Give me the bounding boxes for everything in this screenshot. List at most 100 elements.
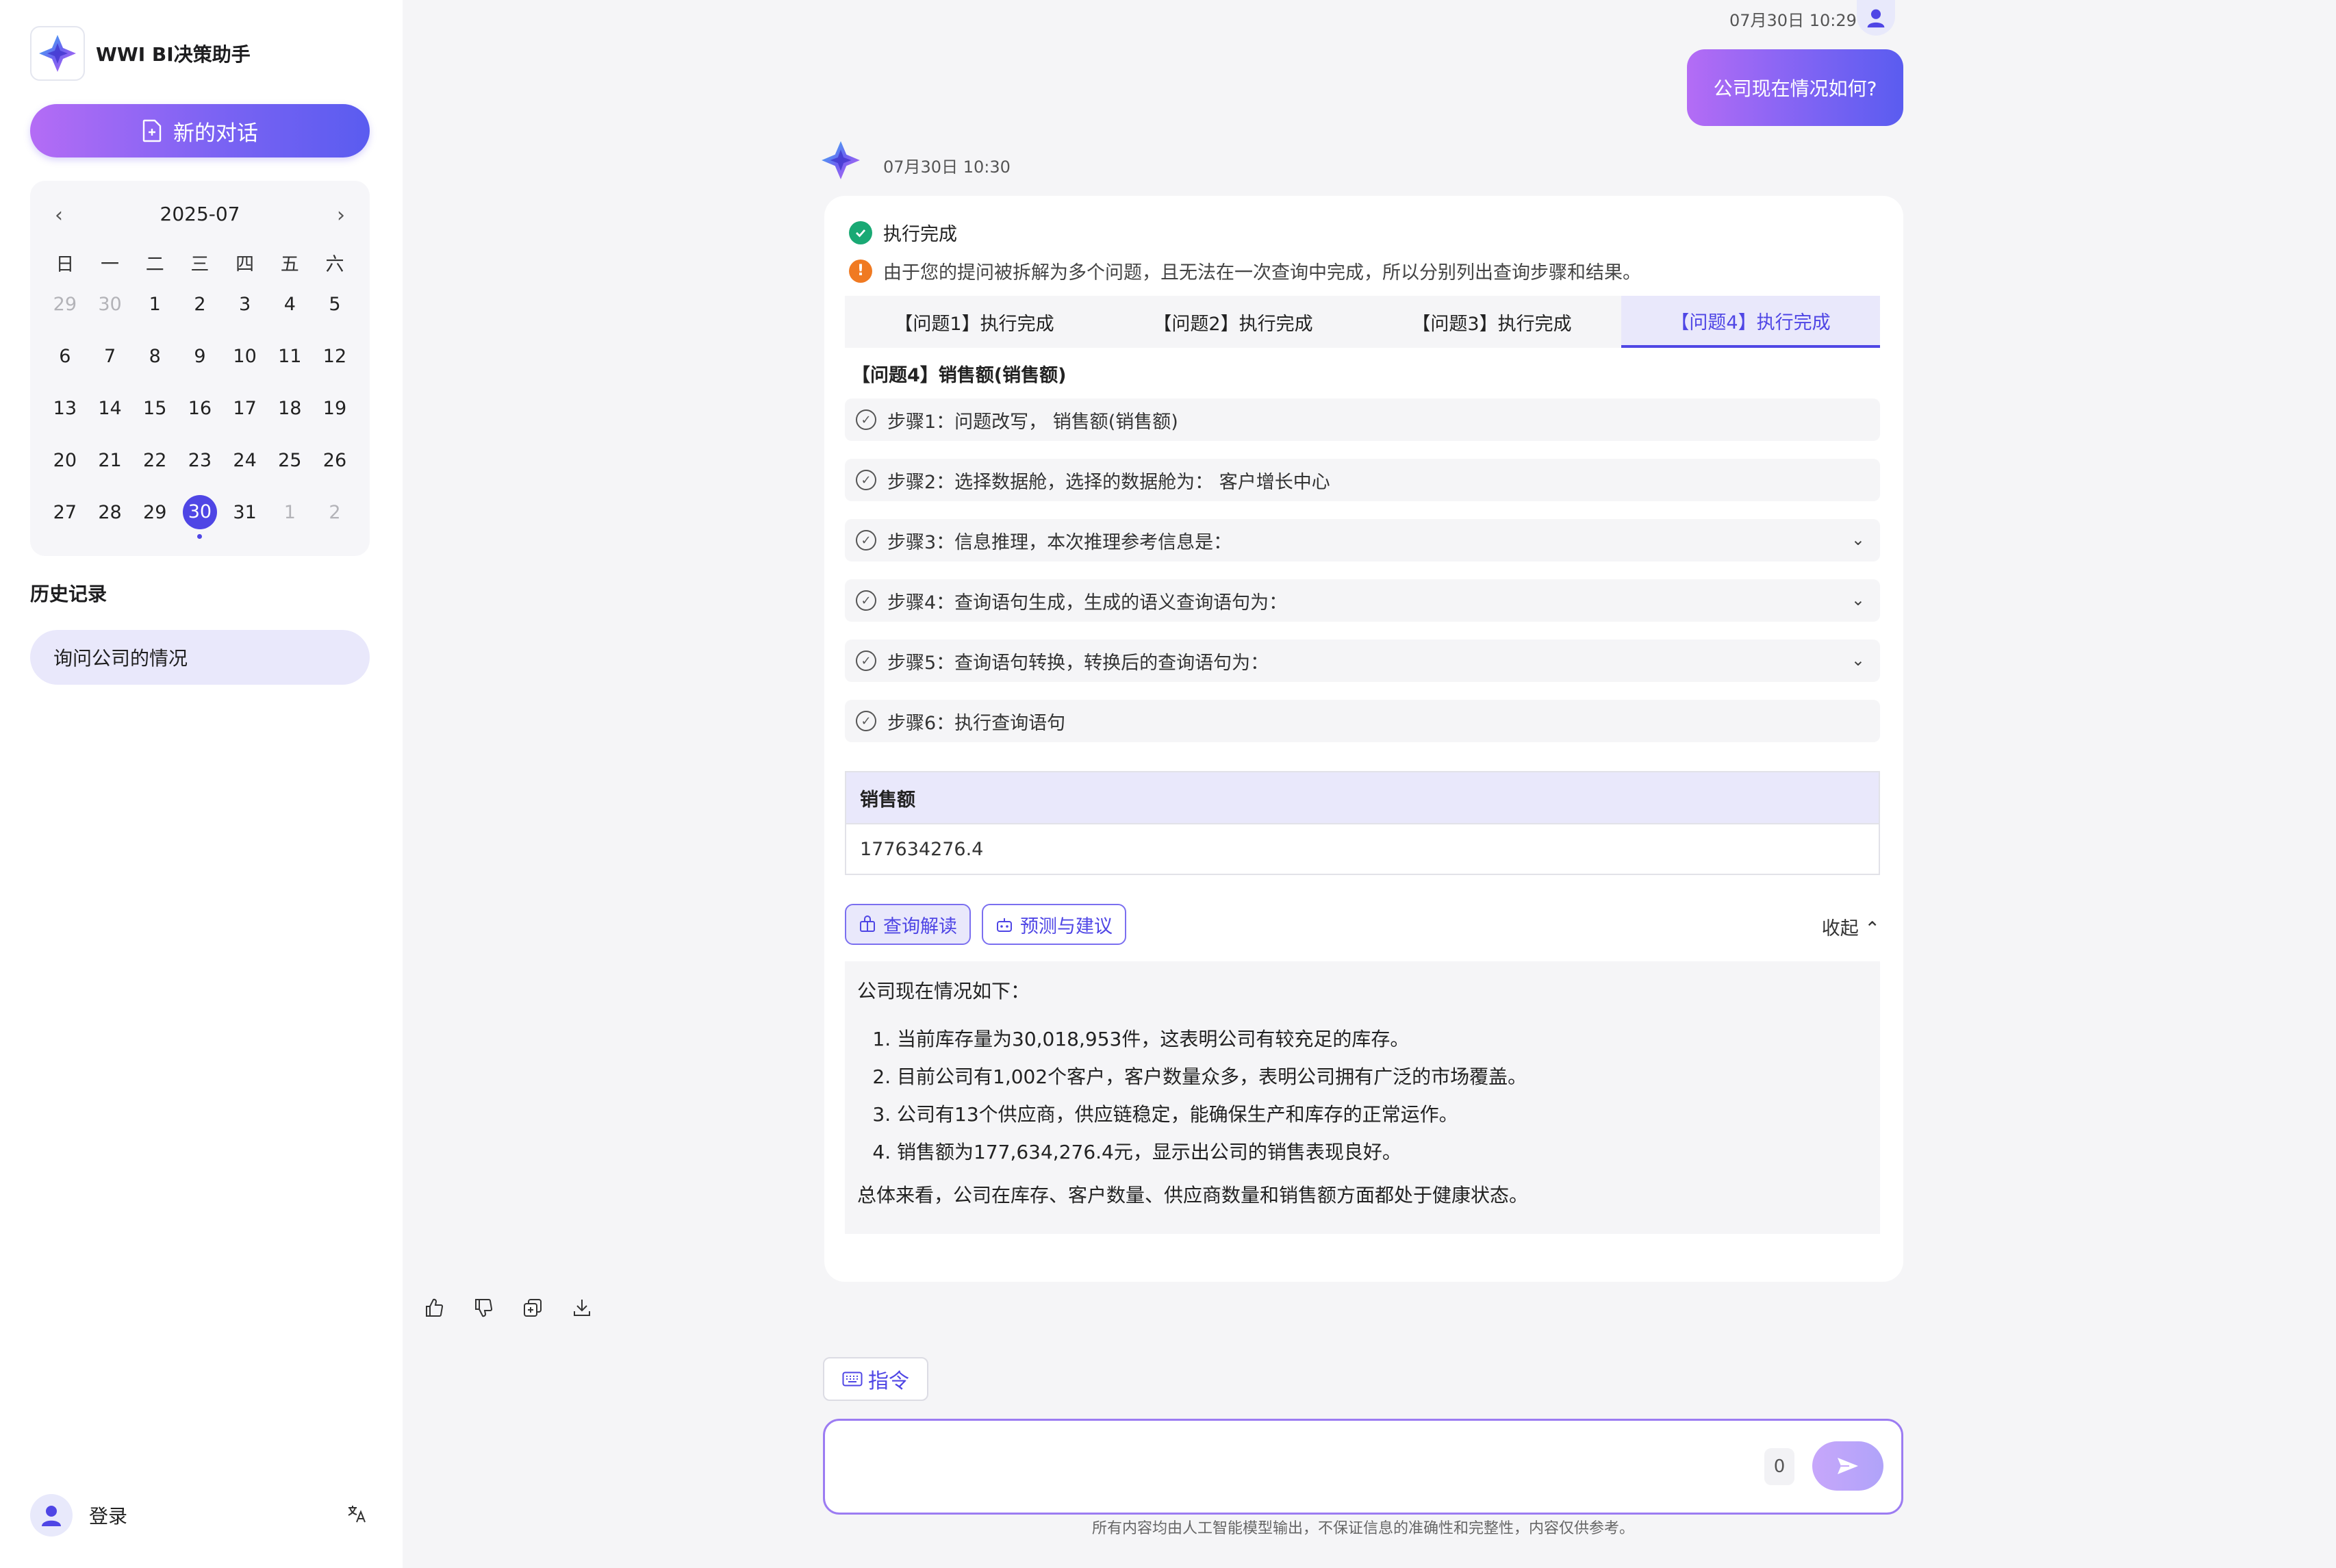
collapse-button[interactable]: 收起 ⌃ xyxy=(1822,913,1880,940)
calendar-day[interactable]: 1 xyxy=(132,294,177,315)
analysis-intro: 公司现在情况如下： xyxy=(857,980,1030,1002)
calendar-day-selected[interactable]: 30 xyxy=(177,495,223,539)
chevron-down-icon[interactable]: ⌄ xyxy=(1851,650,1865,670)
question-title: 【问题4】销售额(销售额) xyxy=(852,365,1067,386)
step-text: 步骤2：选择数据舱，选择的数据舱为： 客户增长中心 xyxy=(887,471,1330,493)
translate-icon[interactable] xyxy=(346,1504,367,1529)
command-label: 指令 xyxy=(868,1369,909,1393)
chat-area: 07月30日 10:29 公司现在情况如何? 07月30日 10:30 执行完成 xyxy=(403,0,2336,1568)
history-item[interactable]: 询问公司的情况 xyxy=(30,630,370,685)
calendar-week: 20 21 22 23 24 25 26 xyxy=(42,434,357,486)
message-input[interactable]: 0 xyxy=(823,1419,1903,1515)
command-button[interactable]: 指令 xyxy=(823,1357,928,1401)
check-circle-outline-icon: ✓ xyxy=(856,409,876,430)
download-icon[interactable] xyxy=(570,1295,594,1320)
step-item: ✓ 步骤2：选择数据舱，选择的数据舱为： 客户增长中心 xyxy=(845,459,1880,501)
selected-day-label: 30 xyxy=(182,495,217,529)
check-circle-outline-icon: ✓ xyxy=(856,530,876,551)
step-text: 步骤5：查询语句转换，转换后的查询语句为： xyxy=(887,652,1269,674)
chevron-down-icon[interactable]: ⌄ xyxy=(1851,590,1865,609)
calendar-day[interactable]: 23 xyxy=(177,450,223,471)
calendar-day[interactable]: 2 xyxy=(177,294,223,315)
check-circle-outline-icon: ✓ xyxy=(856,711,876,731)
thumbs-down-icon[interactable] xyxy=(471,1295,496,1320)
weekday: 三 xyxy=(190,253,210,275)
interpret-button[interactable]: 查询解读 xyxy=(845,904,971,945)
copy-icon[interactable] xyxy=(520,1295,545,1320)
analysis-item: 公司有13个供应商，供应链稳定，能确保生产和库存的正常运作。 xyxy=(897,1096,1868,1133)
calendar-day[interactable]: 29 xyxy=(132,502,177,523)
calendar-day[interactable]: 21 xyxy=(88,450,133,471)
tab-question-2[interactable]: 【问题2】执行完成 xyxy=(1104,296,1362,348)
calendar-day[interactable]: 7 xyxy=(88,346,133,367)
sidebar: WWI BI决策助手 新的对话 ‹ 2025-07 › 日 一 二 三 四 五 … xyxy=(0,0,403,1568)
table-cell: 177634276.4 xyxy=(846,824,1879,874)
chevron-up-icon: ⌃ xyxy=(1864,918,1880,939)
login-label: 登录 xyxy=(89,1505,128,1528)
send-button[interactable] xyxy=(1812,1441,1883,1491)
calendar-day[interactable]: 27 xyxy=(42,502,88,523)
calendar-day[interactable]: 17 xyxy=(223,398,268,419)
new-chat-button[interactable]: 新的对话 xyxy=(30,104,370,157)
calendar-day[interactable]: 16 xyxy=(177,398,223,419)
send-icon xyxy=(1838,1458,1858,1474)
step-item-expandable[interactable]: ✓ 步骤4：查询语句生成，生成的语义查询语句为： ⌄ xyxy=(845,579,1880,622)
calendar-day[interactable]: 22 xyxy=(132,450,177,471)
calendar-day[interactable]: 31 xyxy=(223,502,268,523)
history-title: 历史记录 xyxy=(30,583,107,605)
step-item-expandable[interactable]: ✓ 步骤3：信息推理，本次推理参考信息是： ⌄ xyxy=(845,519,1880,561)
tab-question-4[interactable]: 【问题4】执行完成 xyxy=(1621,296,1880,348)
login-button[interactable]: 登录 xyxy=(30,1494,127,1537)
forecast-button[interactable]: 预测与建议 xyxy=(982,904,1126,945)
user-message-bubble: 公司现在情况如何? xyxy=(1687,49,1903,126)
calendar-day[interactable]: 14 xyxy=(88,398,133,419)
analysis-item: 销售额为177,634,276.4元，显示出公司的销售表现良好。 xyxy=(897,1133,1868,1171)
table-header: 销售额 xyxy=(846,772,1879,824)
chevron-down-icon[interactable]: ⌄ xyxy=(1851,530,1865,549)
step-item-expandable[interactable]: ✓ 步骤5：查询语句转换，转换后的查询语句为： ⌄ xyxy=(845,640,1880,682)
app-logo xyxy=(30,26,85,81)
status-text: 执行完成 xyxy=(883,224,957,245)
thumbs-up-icon[interactable] xyxy=(422,1295,446,1320)
calendar-day[interactable]: 12 xyxy=(312,346,357,367)
calendar-header: ‹ 2025-07 › xyxy=(30,200,370,230)
calendar-day[interactable]: 24 xyxy=(223,450,268,471)
tab-question-3[interactable]: 【问题3】执行完成 xyxy=(1362,296,1621,348)
calendar-day[interactable]: 6 xyxy=(42,346,88,367)
calendar-day[interactable]: 15 xyxy=(132,398,177,419)
question-tabs: 【问题1】执行完成 【问题2】执行完成 【问题3】执行完成 【问题4】执行完成 xyxy=(845,296,1880,348)
step-item: ✓ 步骤1：问题改写， 销售额(销售额) xyxy=(845,399,1880,441)
calendar-day[interactable]: 11 xyxy=(267,346,312,367)
calendar-day[interactable]: 18 xyxy=(267,398,312,419)
calendar-day[interactable]: 25 xyxy=(267,450,312,471)
diamond-logo-icon xyxy=(39,35,76,72)
calendar-day[interactable]: 13 xyxy=(42,398,88,419)
calendar-day[interactable]: 10 xyxy=(223,346,268,367)
calendar-day[interactable]: 4 xyxy=(267,294,312,315)
calendar-day[interactable]: 30 xyxy=(88,294,133,315)
calendar-grid: 日 一 二 三 四 五 六 29 30 1 2 3 4 5 6 7 8 9 10… xyxy=(42,246,357,539)
tab-question-1[interactable]: 【问题1】执行完成 xyxy=(845,296,1104,348)
calendar-day[interactable]: 20 xyxy=(42,450,88,471)
calendar-day[interactable]: 3 xyxy=(223,294,268,315)
calendar-day[interactable]: 19 xyxy=(312,398,357,419)
warning-text: 由于您的提问被拆解为多个问题，且无法在一次查询中完成，所以分别列出查询步骤和结果… xyxy=(883,262,1641,283)
calendar-day[interactable]: 9 xyxy=(177,346,223,367)
new-chat-label: 新的对话 xyxy=(173,121,258,146)
check-circle-icon xyxy=(849,220,872,244)
calendar-day[interactable]: 28 xyxy=(88,502,133,523)
calendar-day[interactable]: 1 xyxy=(267,502,312,523)
calendar-day[interactable]: 8 xyxy=(132,346,177,367)
diamond-logo-icon xyxy=(822,141,860,179)
step-text: 步骤1：问题改写， 销售额(销售额) xyxy=(887,411,1178,433)
warning-notice: ! 由于您的提问被拆解为多个问题，且无法在一次查询中完成，所以分别列出查询步骤和… xyxy=(849,257,1641,284)
weekday: 六 xyxy=(325,253,344,275)
calendar-day[interactable]: 26 xyxy=(312,450,357,471)
calendar-day[interactable]: 29 xyxy=(42,294,88,315)
calendar-day[interactable]: 5 xyxy=(312,294,357,315)
analysis-item: 目前公司有1,002个客户，客户数量众多，表明公司拥有广泛的市场覆盖。 xyxy=(897,1058,1868,1096)
user-message-time: 07月30日 10:29 xyxy=(1729,11,1857,30)
next-month-icon[interactable]: › xyxy=(326,200,356,230)
step-text: 步骤6：执行查询语句 xyxy=(887,712,1066,734)
calendar-day[interactable]: 2 xyxy=(312,502,357,523)
